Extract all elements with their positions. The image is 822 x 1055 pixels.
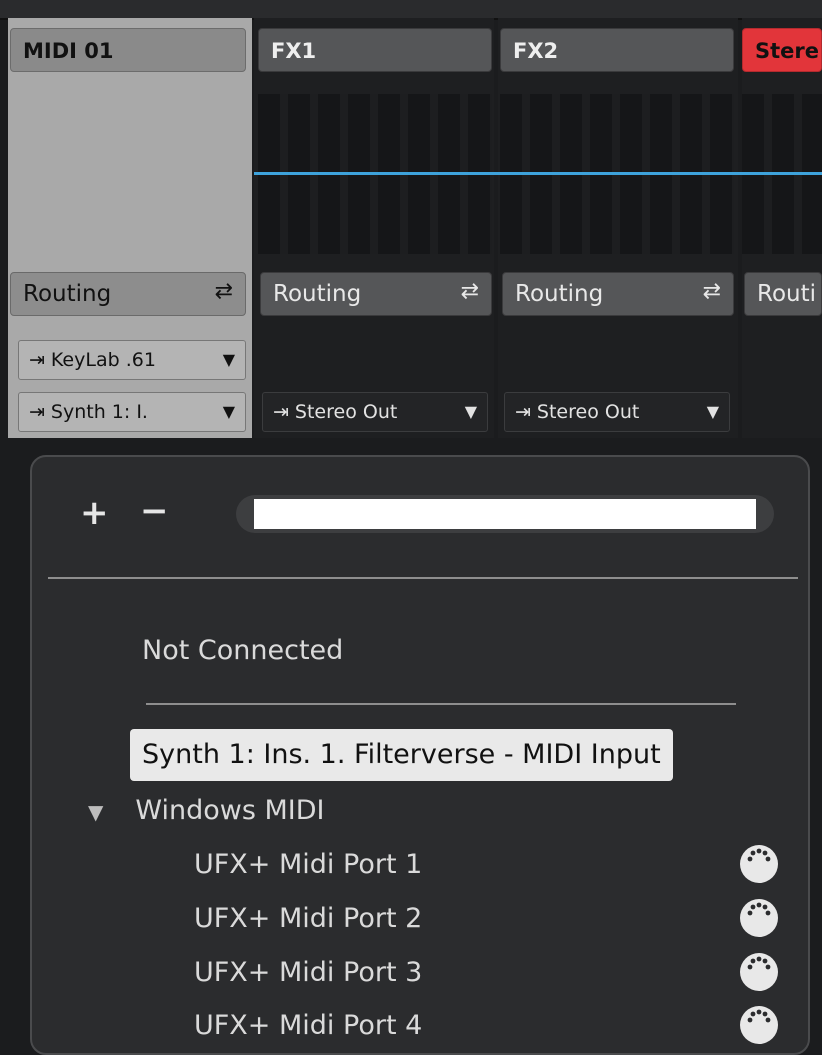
channel-name-midi01[interactable]: MIDI 01 [10, 28, 246, 72]
dropdown-arrow-icon: ▼ [222, 402, 235, 421]
channel-name-fx1[interactable]: FX1 [258, 28, 492, 72]
routing-label: Routi [757, 281, 817, 307]
input-port-icon: ⇥ [29, 349, 45, 371]
remove-button[interactable]: − [140, 491, 169, 531]
routing-icon: ⇄ [702, 279, 721, 304]
midi-din-icon [740, 845, 778, 883]
routing-button-fx2[interactable]: Routing ⇄ [502, 272, 734, 316]
output-routing-value: Stereo Out [536, 401, 640, 423]
output-routing-select-fx1[interactable]: ⇥ Stereo Out ▼ [262, 392, 488, 432]
midi-port-item[interactable]: UFX+ Midi Port 1 [194, 849, 422, 880]
midi-port-item[interactable]: UFX+ Midi Port 4 [194, 1010, 422, 1041]
midi-port-item[interactable]: UFX+ Midi Port 2 [194, 903, 422, 934]
dropdown-arrow-icon: ▼ [222, 350, 235, 369]
midi-port-item[interactable]: UFX+ Midi Port 3 [194, 957, 422, 988]
not-connected-option[interactable]: Not Connected [142, 635, 343, 666]
channel-name-stereo[interactable]: Stere [742, 28, 822, 72]
routing-icon: ⇄ [214, 279, 233, 304]
routing-button-fx1[interactable]: Routing ⇄ [260, 272, 492, 316]
group-windows-midi[interactable]: ▼ Windows MIDI [88, 795, 325, 826]
window-top-bar [0, 0, 822, 20]
output-routing-value: Stereo Out [294, 401, 398, 423]
search-field[interactable] [236, 495, 774, 533]
divider [146, 703, 736, 705]
dropdown-arrow-icon: ▼ [464, 402, 477, 421]
routing-label: Routing [273, 281, 362, 307]
input-routing-value: KeyLab .61 [50, 349, 156, 371]
routing-button-midi01[interactable]: Routing ⇄ [10, 272, 246, 316]
routing-label: Routing [515, 281, 604, 307]
selected-routing-item[interactable]: Synth 1: Ins. 1. Filterverse - MIDI Inpu… [130, 729, 673, 781]
output-routing-select-fx2[interactable]: ⇥ Stereo Out ▼ [504, 392, 730, 432]
midi-din-icon [740, 1006, 778, 1044]
output-routing-select[interactable]: ⇥ Synth 1: I. ▼ [18, 392, 246, 432]
routing-label: Routing [23, 281, 112, 307]
channel-name-fx2[interactable]: FX2 [500, 28, 734, 72]
divider [48, 577, 798, 579]
fx1-level-line [254, 172, 496, 175]
midi-din-icon [740, 899, 778, 937]
add-button[interactable]: + [80, 493, 109, 533]
output-routing-value: Synth 1: I. [50, 401, 148, 423]
routing-icon: ⇄ [460, 279, 479, 304]
stereo-level-line [740, 172, 822, 175]
output-port-icon: ⇥ [29, 401, 45, 423]
dropdown-arrow-icon: ▼ [706, 402, 719, 421]
expand-triangle-icon[interactable]: ▼ [88, 800, 103, 824]
midi-din-icon [740, 953, 778, 991]
fx2-level-line [496, 172, 740, 175]
group-label: Windows MIDI [135, 795, 325, 826]
routing-button-stereo[interactable]: Routi [744, 272, 822, 316]
input-routing-select[interactable]: ⇥ KeyLab .61 ▼ [18, 340, 246, 380]
routing-popup: + − Not Connected Synth 1: Ins. 1. Filte… [30, 455, 810, 1055]
output-port-icon: ⇥ [273, 401, 289, 423]
search-input[interactable] [254, 499, 756, 529]
output-port-icon: ⇥ [515, 401, 531, 423]
